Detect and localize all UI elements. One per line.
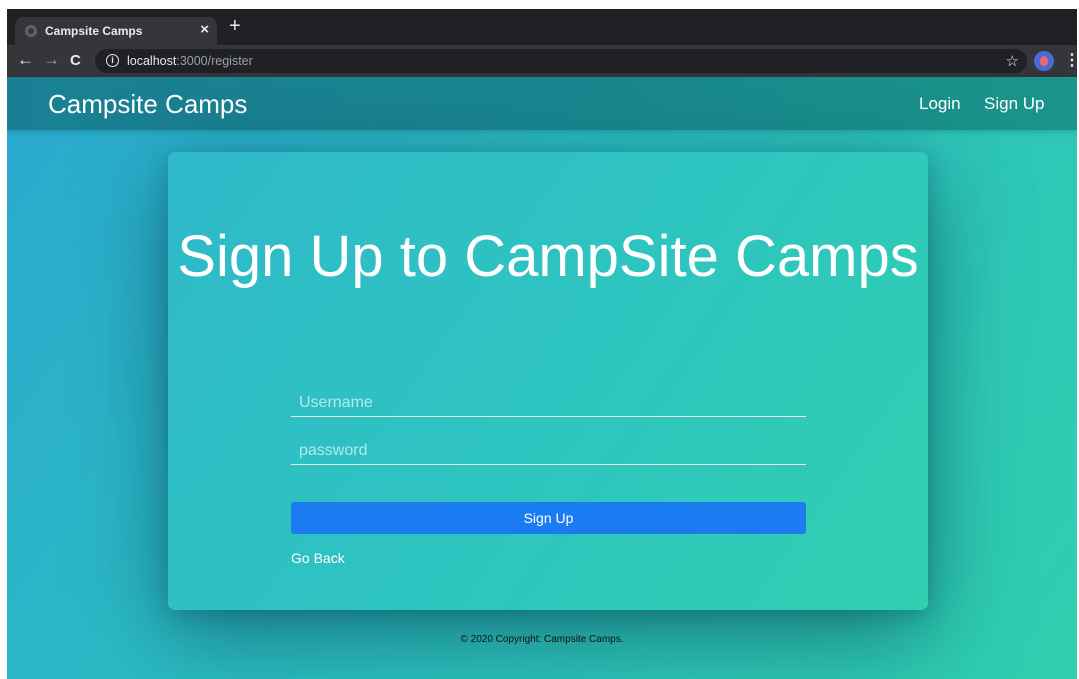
profile-avatar[interactable]: [1034, 51, 1054, 71]
tab-strip: Campsite Camps × +: [7, 9, 1077, 45]
brand-link[interactable]: Campsite Camps: [48, 89, 247, 120]
browser-tab[interactable]: Campsite Camps ×: [15, 17, 217, 45]
url-host: localhost: [127, 54, 177, 68]
star-icon[interactable]: ☆: [1006, 52, 1019, 70]
tab-title: Campsite Camps: [45, 24, 143, 38]
new-tab-icon[interactable]: +: [229, 16, 241, 36]
footer-copyright: © 2020 Copyright: Campsite Camps.: [460, 634, 624, 645]
globe-icon: [25, 25, 37, 37]
page-title: Sign Up to CampSite Camps: [177, 224, 919, 289]
signup-button[interactable]: Sign Up: [291, 502, 806, 534]
menu-icon[interactable]: ⋮: [1064, 50, 1077, 70]
close-tab-icon[interactable]: ×: [200, 21, 209, 38]
browser-toolbar: ← → C i localhost:3000/register ☆ ⋮: [7, 45, 1077, 77]
back-icon[interactable]: ←: [17, 50, 34, 70]
url-text[interactable]: localhost:3000/register: [127, 54, 253, 68]
address-bar[interactable]: i localhost:3000/register ☆: [95, 49, 1027, 73]
reload-icon[interactable]: C: [70, 51, 81, 71]
info-icon[interactable]: i: [106, 54, 119, 67]
forward-icon[interactable]: →: [43, 50, 60, 70]
username-input[interactable]: [291, 389, 806, 417]
nav-signup-link[interactable]: Sign Up: [984, 94, 1044, 114]
url-path: :3000/register: [176, 54, 253, 68]
page-content: Campsite Camps Login Sign Up Sign Up to …: [7, 77, 1077, 679]
signup-card: Sign Up to CampSite Camps Sign Up Go Bac…: [168, 152, 928, 610]
nav-login-link[interactable]: Login: [919, 94, 961, 114]
browser-window: Campsite Camps × + ← → C i localhost:300…: [7, 9, 1077, 679]
site-navbar: Campsite Camps Login Sign Up: [7, 77, 1077, 130]
go-back-link[interactable]: Go Back: [291, 550, 345, 566]
password-input[interactable]: [291, 437, 806, 465]
